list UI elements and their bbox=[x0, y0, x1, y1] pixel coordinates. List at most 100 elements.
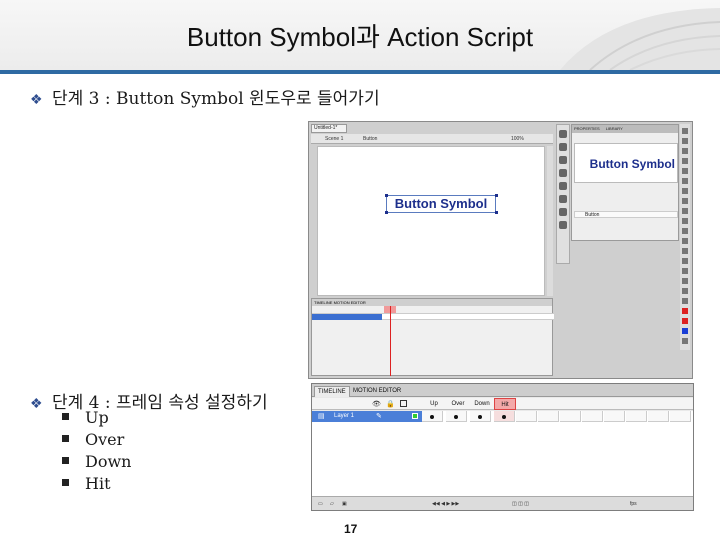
panel-icon[interactable] bbox=[559, 182, 567, 190]
frame-header: 👁 🔒 Up Over Down Hit bbox=[312, 398, 693, 410]
timeline-body: ▤ Layer 1 ✎ bbox=[312, 411, 693, 497]
onion-skin-icon[interactable]: ◫ ◫ ◫ bbox=[512, 497, 529, 511]
fill-swatch-icon[interactable] bbox=[682, 328, 688, 334]
panel-icon[interactable] bbox=[559, 156, 567, 164]
layer-color-icon[interactable] bbox=[412, 413, 418, 419]
panel-icon[interactable] bbox=[559, 208, 567, 216]
bone-tool-icon[interactable] bbox=[682, 248, 688, 254]
scene-link[interactable]: Scene 1 bbox=[325, 134, 343, 144]
frame-label-over[interactable]: Over bbox=[446, 398, 470, 410]
fill-color-icon[interactable] bbox=[682, 318, 688, 324]
frame-cell[interactable] bbox=[560, 411, 581, 422]
title-divider bbox=[0, 70, 720, 74]
keyframe-dot bbox=[502, 415, 506, 419]
panel-icon[interactable] bbox=[559, 130, 567, 138]
stage-canvas[interactable]: Button Symbol bbox=[317, 146, 545, 296]
line-tool-icon[interactable] bbox=[682, 198, 688, 204]
deco-tool-icon[interactable] bbox=[682, 238, 688, 244]
selection-handle[interactable] bbox=[385, 211, 388, 214]
tab-timeline[interactable]: TIMELINE bbox=[314, 386, 350, 397]
eraser-tool-icon[interactable] bbox=[682, 278, 688, 284]
selection-tool-icon[interactable] bbox=[682, 128, 688, 134]
frame-label-hit[interactable]: Hit bbox=[494, 398, 516, 410]
frame-cell[interactable] bbox=[626, 411, 647, 422]
eye-icon[interactable]: 👁 bbox=[372, 400, 381, 408]
frame-cell[interactable] bbox=[582, 411, 603, 422]
document-tab[interactable]: Untitled-1* bbox=[311, 124, 347, 133]
zoom-tool-icon[interactable] bbox=[682, 298, 688, 304]
keyframe-dot bbox=[454, 415, 458, 419]
swap-colors-icon[interactable] bbox=[682, 338, 688, 344]
square-bullet-icon bbox=[62, 457, 69, 464]
stage-scrollbar[interactable] bbox=[547, 146, 553, 296]
frame-cell[interactable] bbox=[648, 411, 669, 422]
new-folder-icon[interactable]: ▱ bbox=[330, 497, 334, 511]
text-tool-icon[interactable] bbox=[682, 188, 688, 194]
library-tabs: PROPERTIES LIBRARY bbox=[572, 125, 678, 133]
tab-motion-editor[interactable]: MOTION EDITOR bbox=[334, 300, 366, 305]
zoom-select[interactable]: 100% bbox=[511, 134, 524, 144]
layer-name[interactable]: Layer 1 bbox=[334, 411, 354, 422]
frame-cell[interactable] bbox=[470, 411, 491, 422]
frame-cell[interactable] bbox=[516, 411, 537, 422]
square-bullet-icon bbox=[62, 435, 69, 442]
symbol-link[interactable]: Button bbox=[363, 134, 377, 144]
diamond-bullet-icon: ❖ bbox=[30, 92, 43, 108]
layer-row[interactable]: ▤ Layer 1 ✎ bbox=[312, 411, 422, 422]
hand-tool-icon[interactable] bbox=[682, 288, 688, 294]
selection-handle[interactable] bbox=[495, 194, 498, 197]
library-item[interactable]: Button bbox=[574, 211, 678, 218]
pencil-tool-icon[interactable] bbox=[682, 218, 688, 224]
timeline-footer: ▭ ▱ ▣ ◀◀ ◀ ▶ ▶▶ ◫ ◫ ◫ fps bbox=[312, 496, 693, 510]
tab-motion-editor[interactable]: MOTION EDITOR bbox=[350, 386, 404, 397]
delete-icon[interactable]: ▣ bbox=[342, 497, 347, 511]
selection-handle[interactable] bbox=[495, 211, 498, 214]
frame-cell[interactable] bbox=[446, 411, 467, 422]
playback-controls-icon[interactable]: ◀◀ ◀ ▶ ▶▶ bbox=[432, 497, 459, 511]
frame-cell[interactable] bbox=[604, 411, 625, 422]
3d-tool-icon[interactable] bbox=[682, 158, 688, 164]
selection-handle[interactable] bbox=[385, 194, 388, 197]
button-symbol-instance[interactable]: Button Symbol bbox=[386, 195, 496, 213]
frame-cell[interactable] bbox=[422, 411, 443, 422]
panel-icon[interactable] bbox=[559, 221, 567, 229]
lock-icon[interactable]: 🔒 bbox=[386, 400, 395, 408]
transform-tool-icon[interactable] bbox=[682, 148, 688, 154]
new-layer-icon[interactable]: ▭ bbox=[318, 497, 323, 511]
square-bullet-icon bbox=[62, 479, 69, 486]
step3-bullet: ❖ 단계 3 : Button Symbol 윈도우로 들어가기 bbox=[30, 84, 380, 109]
tab-properties[interactable]: PROPERTIES bbox=[574, 126, 600, 131]
frame-cell[interactable] bbox=[670, 411, 691, 422]
tools-panel bbox=[680, 124, 690, 350]
tab-library[interactable]: LIBRARY bbox=[606, 126, 623, 131]
frame-cell[interactable] bbox=[494, 411, 515, 422]
frame-cell[interactable] bbox=[538, 411, 559, 422]
library-panel: PROPERTIES LIBRARY Button Symbol Button bbox=[571, 124, 679, 241]
outline-icon[interactable] bbox=[400, 400, 407, 407]
page-title: Button Symbol과 Action Script bbox=[186, 22, 534, 52]
page-number: 17 bbox=[344, 522, 358, 536]
panel-icon[interactable] bbox=[559, 143, 567, 151]
timeline-tabbar: TIMELINE MOTION EDITOR bbox=[312, 384, 693, 397]
diamond-bullet-icon: ❖ bbox=[30, 396, 43, 412]
title-banner: Button Symbol과 Action Script bbox=[0, 0, 720, 70]
panel-icon[interactable] bbox=[559, 195, 567, 203]
eyedropper-tool-icon[interactable] bbox=[682, 268, 688, 274]
lasso-tool-icon[interactable] bbox=[682, 168, 688, 174]
edit-bar: Scene 1 Button 100% bbox=[311, 134, 553, 144]
frame-label-up[interactable]: Up bbox=[422, 398, 446, 410]
subselect-tool-icon[interactable] bbox=[682, 138, 688, 144]
frame-label-down[interactable]: Down bbox=[470, 398, 494, 410]
layer-row[interactable] bbox=[312, 313, 554, 320]
bucket-tool-icon[interactable] bbox=[682, 258, 688, 264]
playhead-line bbox=[390, 306, 391, 376]
stroke-color-icon[interactable] bbox=[682, 308, 688, 314]
pencil-icon: ✎ bbox=[376, 412, 382, 420]
tab-timeline[interactable]: TIMELINE bbox=[314, 300, 332, 305]
pen-tool-icon[interactable] bbox=[682, 178, 688, 184]
layer-selected[interactable] bbox=[312, 314, 382, 320]
panel-icon[interactable] bbox=[559, 169, 567, 177]
square-bullet-icon bbox=[62, 413, 69, 420]
brush-tool-icon[interactable] bbox=[682, 228, 688, 234]
rect-tool-icon[interactable] bbox=[682, 208, 688, 214]
